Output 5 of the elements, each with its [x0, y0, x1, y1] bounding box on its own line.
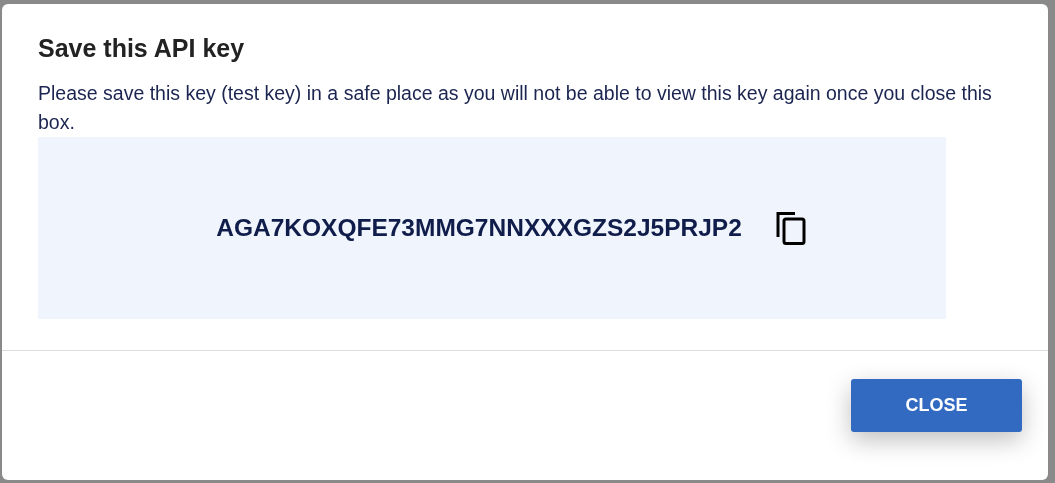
dialog-title: Save this API key	[38, 34, 246, 63]
close-button[interactable]: CLOSE	[851, 379, 1022, 432]
copy-icon[interactable]	[775, 210, 808, 246]
dialog-message: Please save this key (test key) in a safe place as you will not be able to view this key again once you close this box.	[38, 81, 993, 135]
api-key-text: AGA7KOXQFE73MMG7NNXXXGZS2J5PRJP2	[216, 214, 742, 242]
